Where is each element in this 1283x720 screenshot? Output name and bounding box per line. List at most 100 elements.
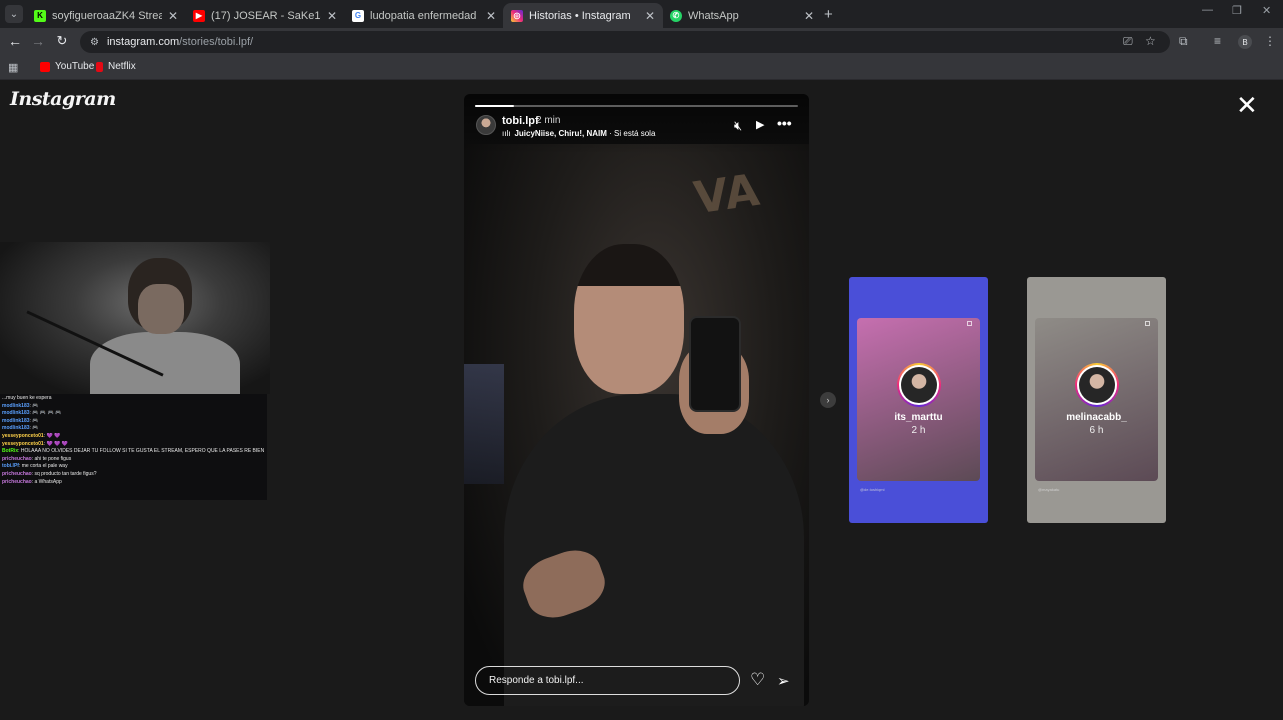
tab-google-search[interactable]: G ludopatia enfermedad mental ✕ (344, 3, 504, 28)
youtube-icon (40, 61, 50, 72)
person-head (574, 244, 684, 394)
chat-message: modlink183: 🎮 (2, 403, 265, 411)
story-card[interactable]: VA tobi.lpf 2 min ıılı JuicyNiise, Chiru!… (464, 94, 809, 706)
chat-username: pricheuchao (2, 478, 32, 485)
minimize-icon[interactable]: — (1202, 4, 1213, 16)
story-music[interactable]: ıılı JuicyNiise, Chiru!, NAIM · Si está s… (502, 129, 655, 138)
chat-text: : me corta el pale way (18, 463, 68, 470)
music-artists: JuicyNiise, Chiru!, NAIM (514, 129, 607, 138)
preview-caption: @de.toshiqmi (860, 487, 885, 492)
tab-youtube[interactable]: ▶ (17) JOSEAR - SaKe1312 - YouT ✕ (185, 3, 345, 28)
tab-whatsapp[interactable]: ✆ WhatsApp ✕ (662, 3, 822, 28)
story-progress-bar (475, 105, 798, 107)
chat-text: : 💜 💜 (43, 432, 61, 439)
instagram-logo[interactable]: Instagram (10, 88, 116, 110)
streamer-webcam (0, 242, 270, 394)
tab-kick-stream[interactable]: K soyfigueroaaZK4 Stream - Watc ✕ (26, 3, 186, 28)
next-story-arrow[interactable]: › (820, 392, 836, 408)
close-tab-icon[interactable]: ✕ (327, 9, 337, 23)
person-shirt (504, 394, 804, 706)
chat-text: ...muy buen ke espera (2, 395, 52, 401)
apps-grid-icon[interactable]: ▦ (8, 61, 18, 74)
new-tab-button[interactable]: + (824, 6, 833, 23)
reload-icon[interactable]: ↻ (53, 33, 71, 49)
chat-username: pricheuchao (2, 455, 32, 462)
corner-icon (1145, 321, 1150, 326)
chat-text: : a WhatsApp (31, 478, 62, 485)
media-controls-icon[interactable]: ≡ (1214, 34, 1221, 48)
heart-icon[interactable]: ♡ (750, 670, 765, 690)
maximize-icon[interactable]: ❐ (1232, 4, 1242, 17)
chat-text: : 🎮 (29, 425, 39, 432)
netflix-icon (96, 61, 103, 72)
music-song: · Si está sola (606, 129, 656, 138)
close-tab-icon[interactable]: ✕ (168, 9, 178, 23)
more-options-icon[interactable]: ••• (777, 115, 792, 131)
chat-text: : HOLAAA NO OLVIDES DEJAR TU FOLLOW SI T… (18, 448, 265, 455)
chat-message: pricheuchao: ahi te pone figus (2, 456, 265, 464)
youtube-icon: ▶ (193, 9, 205, 22)
chat-username: tobi.lPf (2, 463, 19, 470)
close-tab-icon[interactable]: ✕ (645, 9, 655, 23)
send-icon[interactable]: ➢ (777, 672, 790, 690)
whatsapp-icon: ✆ (670, 9, 682, 22)
chat-text: : 🎮 (29, 417, 39, 424)
chat-message: pricheuchao: sq producto tan tarde figus… (2, 471, 265, 479)
preview-avatar-ring (897, 363, 941, 407)
close-story-icon[interactable]: ✕ (1236, 92, 1258, 118)
tab-title: (17) JOSEAR - SaKe1312 - YouT (211, 9, 321, 22)
story-username[interactable]: tobi.lpf (502, 115, 539, 127)
chat-username: pricheuchao (2, 470, 32, 477)
chevron-down-icon: ⌄ (9, 8, 19, 20)
site-info-icon[interactable]: ⚙ (90, 37, 99, 48)
bookmarks-bar (0, 56, 1283, 80)
bookmark-star-icon[interactable]: ☆ (1145, 34, 1156, 48)
chat-username: modlink183 (2, 417, 30, 424)
bookmark-label: Netflix (108, 61, 136, 72)
story-time: 2 min (536, 115, 561, 126)
back-arrow-icon[interactable]: ← (6, 33, 24, 49)
wall-graffiti: VA (690, 164, 763, 225)
chat-username: modlink183 (2, 402, 30, 409)
bookmark-youtube[interactable]: YouTube (40, 61, 94, 72)
forward-arrow-icon[interactable]: → (29, 33, 47, 49)
avatar[interactable] (476, 115, 496, 135)
close-tab-icon[interactable]: ✕ (804, 9, 814, 23)
chat-message: BotRix: HOLAAA NO OLVIDES DEJAR TU FOLLO… (2, 448, 265, 456)
profile-avatar[interactable]: B (1238, 35, 1252, 49)
avatar (1079, 367, 1115, 403)
url-path: /stories/tobi.lpf/ (179, 36, 254, 48)
chat-message: modlink183: 🎮 🎮 🎮 🎮 (2, 410, 265, 418)
preview-username: melinacabb_ (1066, 412, 1127, 423)
mute-icon[interactable]: 🔇︎ (734, 118, 742, 134)
tab-title: Historias • Instagram (529, 9, 631, 22)
chat-message: modlink183: 🎮 (2, 425, 265, 433)
stream-chat: ...muy buen ke espera modlink183: 🎮 modlin… (0, 394, 267, 500)
music-bars-icon: ıılı (502, 129, 511, 138)
tab-search-button[interactable]: ⌄ (5, 5, 23, 23)
chat-username: yesseyponceto01 (2, 440, 44, 447)
play-icon[interactable]: ▶ (756, 118, 764, 131)
close-tab-icon[interactable]: ✕ (486, 9, 496, 23)
cast-icon[interactable]: ⎚ (1123, 34, 1133, 49)
chat-message: yesseyponceto01: 💜 💜 💜 (2, 441, 265, 449)
tab-title: soyfigueroaaZK4 Stream - Watc (52, 9, 162, 22)
menu-kebab-icon[interactable]: ⋮ (1264, 34, 1276, 48)
instagram-icon: ◎ (511, 9, 523, 22)
story-preview-card[interactable]: its_marttu 2 h @de.toshiqmi (849, 277, 988, 523)
story-preview-card[interactable]: melinacabb_ 6 h @mayakatu (1027, 277, 1166, 523)
reply-input[interactable]: Responde a tobi.lpf... (475, 666, 740, 695)
chat-message: ...muy buen ke espera (2, 395, 265, 403)
reply-placeholder: Responde a tobi.lpf... (489, 675, 584, 686)
bookmark-label: YouTube (55, 61, 95, 72)
tab-title: WhatsApp (688, 9, 739, 22)
address-bar[interactable]: ⚙ instagram.com/stories/tobi.lpf/ (80, 31, 1170, 53)
window-close-icon[interactable]: ✕ (1262, 4, 1271, 17)
phone (689, 316, 741, 412)
chat-message: modlink183: 🎮 (2, 418, 265, 426)
extensions-icon[interactable]: ⧉ (1179, 34, 1188, 49)
tab-instagram[interactable]: ◎ Historias • Instagram ✕ (503, 3, 663, 28)
corner-icon (967, 321, 972, 326)
bookmark-netflix[interactable]: Netflix (96, 61, 136, 72)
chat-username: yesseyponceto01 (2, 432, 44, 439)
